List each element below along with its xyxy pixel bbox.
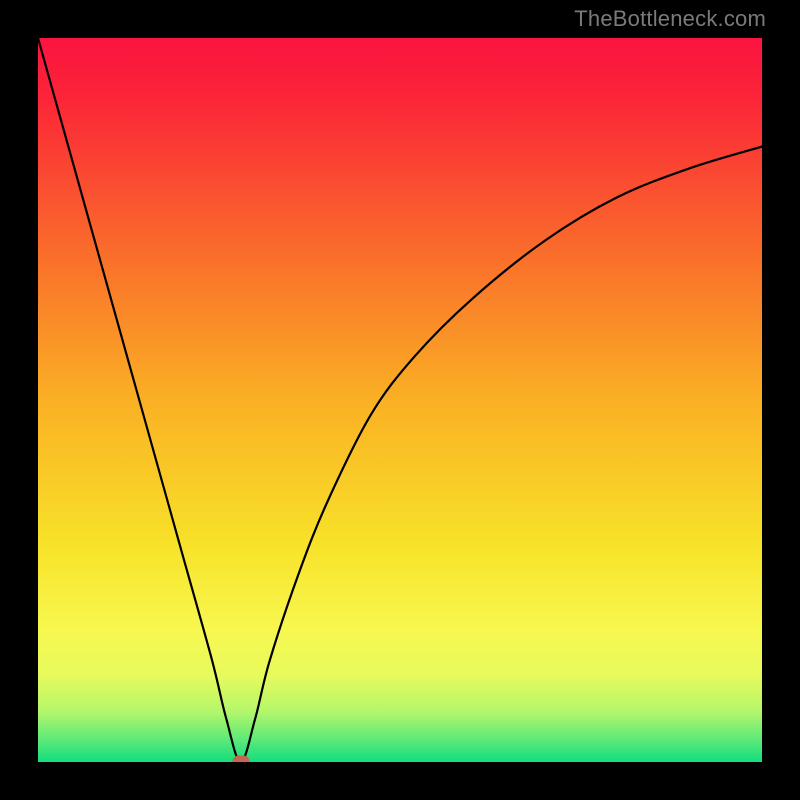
plot-area xyxy=(38,38,762,762)
chart-frame: TheBottleneck.com xyxy=(0,0,800,800)
optimal-point-marker xyxy=(232,756,249,763)
bottleneck-curve xyxy=(38,38,762,762)
watermark-label: TheBottleneck.com xyxy=(574,6,766,32)
